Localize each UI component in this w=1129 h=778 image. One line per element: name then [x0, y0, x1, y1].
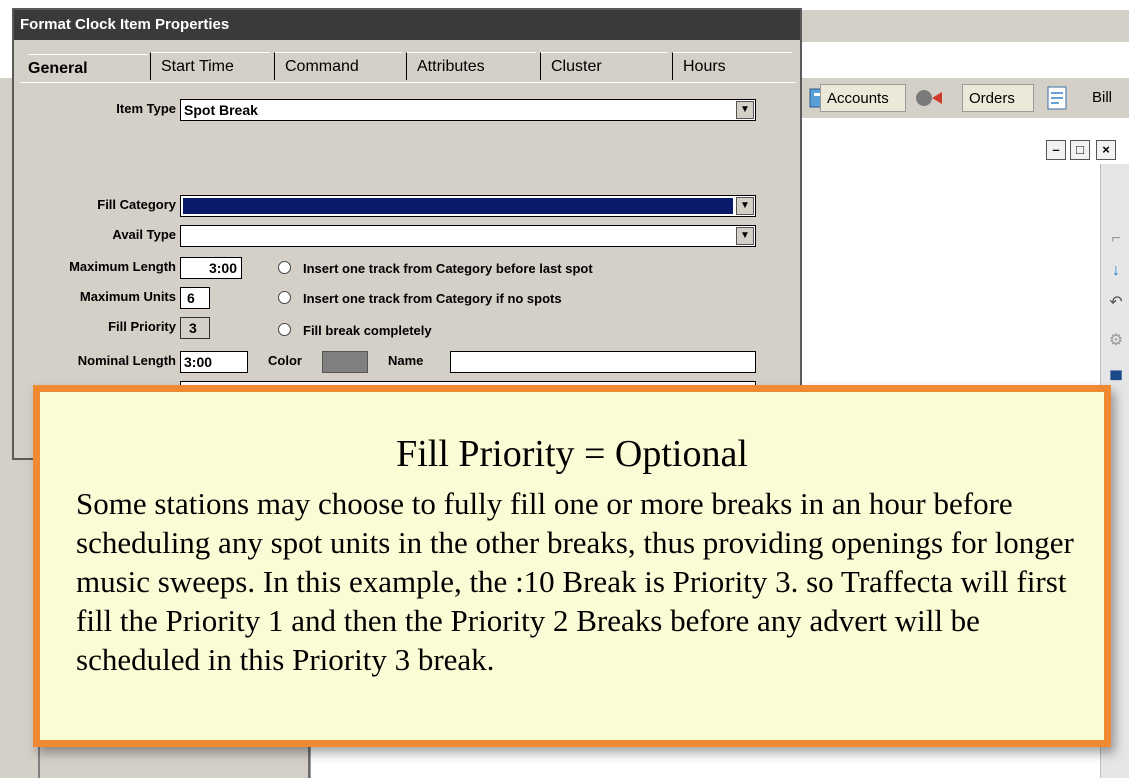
radio-label: Insert one track from Category if no spo… [303, 291, 562, 306]
radio-button[interactable] [278, 323, 291, 336]
radio-label: Fill break completely [303, 323, 432, 338]
avail-type-select[interactable]: ▼ [180, 225, 756, 247]
bill-button[interactable]: Bill [1086, 84, 1129, 112]
nominal-length-input[interactable]: 3:00 [180, 351, 248, 373]
color-label: Color [268, 353, 302, 368]
dialog-title: Format Clock Item Properties [14, 10, 800, 40]
item-type-value: Spot Break [184, 102, 258, 118]
orders-button[interactable]: Orders [962, 84, 1034, 112]
fill-priority-label: Fill Priority [108, 319, 176, 334]
radio-option-before-last-spot[interactable]: Insert one track from Category before la… [278, 261, 593, 276]
callout-body: Some stations may choose to fully fill o… [76, 486, 1074, 677]
item-type-dropdown-icon[interactable]: ▼ [736, 101, 754, 119]
tab-bar: General Start Time Command Attributes Cl… [14, 40, 800, 84]
tab-hours[interactable]: Hours [672, 52, 792, 80]
nominal-length-label: Nominal Length [77, 353, 176, 368]
settings-icon[interactable]: ⚙ [1106, 330, 1126, 352]
maximum-length-label: Maximum Length [69, 259, 176, 274]
radio-button[interactable] [278, 291, 291, 304]
avail-type-label: Avail Type [112, 227, 176, 242]
maximum-length-input[interactable]: 3:00 [180, 257, 242, 279]
background-menu-strip [800, 10, 1129, 42]
name-label: Name [388, 353, 424, 368]
maximum-units-input[interactable]: 6 [180, 287, 210, 309]
accounts-button[interactable]: Accounts [820, 84, 906, 112]
item-type-label: Item Type [116, 101, 176, 116]
radio-option-if-no-spots[interactable]: Insert one track from Category if no spo… [278, 291, 562, 306]
minimize-button[interactable]: – [1046, 140, 1066, 160]
color-swatch[interactable] [322, 351, 368, 373]
tab-command[interactable]: Command [274, 52, 402, 80]
radio-option-fill-completely[interactable]: Fill break completely [278, 323, 432, 338]
tab-attributes[interactable]: Attributes [406, 52, 536, 80]
pin-icon[interactable]: ⌐ [1106, 228, 1126, 250]
fill-category-label: Fill Category [97, 197, 176, 212]
avail-type-dropdown-icon[interactable]: ▼ [736, 227, 754, 245]
down-arrow-icon[interactable]: ↓ [1106, 260, 1126, 282]
fill-priority-input[interactable]: 3 [180, 317, 210, 339]
callout-title: Fill Priority = Optional [396, 433, 748, 475]
explanation-callout: Fill Priority = Optional Some stations m… [33, 385, 1111, 747]
orders-icon[interactable] [912, 84, 946, 112]
name-input[interactable] [450, 351, 756, 373]
radio-label: Insert one track from Category before la… [303, 261, 593, 276]
tab-start-time[interactable]: Start Time [150, 52, 270, 80]
tab-cluster[interactable]: Cluster [540, 52, 668, 80]
bill-icon[interactable] [1040, 84, 1074, 112]
fill-category-select[interactable]: ▼ [180, 195, 756, 217]
tab-general[interactable]: General [28, 54, 148, 82]
item-type-select[interactable]: Spot Break ▼ [180, 99, 756, 121]
radio-button[interactable] [278, 261, 291, 274]
fill-category-dropdown-icon[interactable]: ▼ [736, 197, 754, 215]
undo-icon[interactable]: ↶ [1106, 292, 1126, 314]
close-button[interactable]: × [1096, 140, 1116, 160]
restore-button[interactable]: □ [1070, 140, 1090, 160]
maximum-units-label: Maximum Units [79, 289, 176, 304]
fill-category-selected [183, 198, 733, 214]
